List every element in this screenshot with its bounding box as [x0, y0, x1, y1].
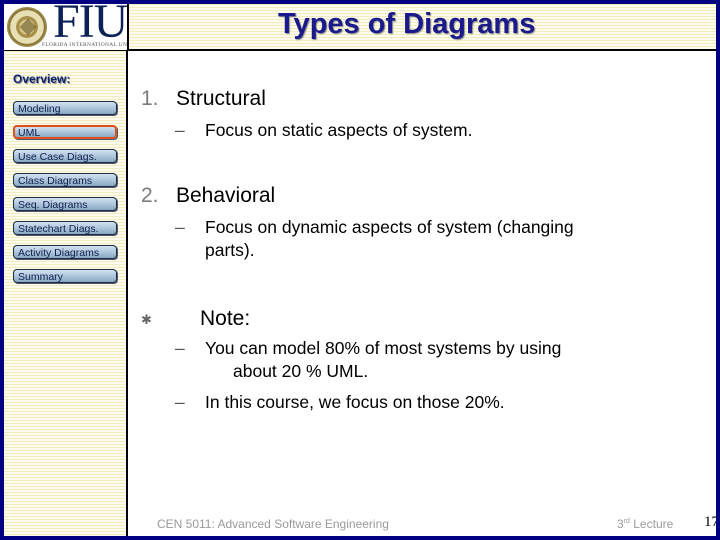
nav-button-seq-diagrams[interactable]: Seq. Diagrams — [13, 197, 117, 211]
nav-button-use-case-diags[interactable]: Use Case Diags. — [13, 149, 117, 163]
title-bar: Types of Diagrams — [129, 4, 716, 51]
note-bullet-1: – You can model 80% of most systems by u… — [175, 338, 562, 359]
section-number: 2. — [141, 184, 159, 207]
logo-subtitle: FLORIDA INTERNATIONAL UNIVERSITY — [42, 42, 128, 48]
bullet-text: You can model 80% of most systems by usi… — [205, 338, 562, 358]
bullet-behavioral-1-cont: parts). — [205, 240, 255, 260]
bullet-text: Focus on dynamic aspects of system (chan… — [205, 217, 574, 237]
slide-title: Types of Diagrams — [278, 8, 536, 40]
lecture-number: 3 — [617, 517, 624, 531]
nav-button-modeling[interactable]: Modeling — [13, 101, 117, 115]
footer-lecture: 3rd Lecture — [617, 517, 673, 531]
lecture-word: Lecture — [629, 517, 674, 531]
nav-button-summary[interactable]: Summary — [13, 269, 117, 283]
nav-button-statechart-diags[interactable]: Statechart Diags. — [13, 221, 117, 235]
dash-bullet: – — [175, 338, 185, 358]
university-seal-icon — [7, 7, 47, 47]
nav-button-class-diagrams[interactable]: Class Diagrams — [13, 173, 117, 187]
dash-bullet: – — [175, 120, 185, 140]
section-heading: Structural — [176, 87, 266, 110]
nav-button-activity-diagrams[interactable]: Activity Diagrams — [13, 245, 117, 259]
footer-course: CEN 5011: Advanced Software Engineering — [157, 517, 389, 531]
sidebar-heading: Overview: — [13, 72, 71, 86]
note-bullet-2: – In this course, we focus on those 20%. — [175, 392, 505, 413]
dash-bullet: – — [175, 217, 185, 237]
bullet-text: In this course, we focus on those 20%. — [205, 392, 505, 412]
bullet-text: Focus on static aspects of system. — [205, 120, 473, 140]
sidebar: Overview: Modeling UML Use Case Diags. C… — [4, 51, 128, 536]
nav-button-uml[interactable]: UML — [13, 125, 117, 139]
note-bullet-1-cont: about 20 % UML. — [233, 361, 369, 381]
fiu-logo: FIU FLORIDA INTERNATIONAL UNIVERSITY — [4, 4, 129, 51]
dash-bullet: – — [175, 392, 185, 412]
slide: FIU FLORIDA INTERNATIONAL UNIVERSITY Typ… — [4, 4, 716, 536]
page-number: 17 — [704, 514, 716, 530]
section-number: 1. — [141, 87, 159, 110]
section-heading: Behavioral — [176, 184, 276, 207]
slide-content: 1. Structural – Focus on static aspects … — [129, 51, 716, 536]
note-heading: Note: — [200, 307, 251, 330]
asterisk-icon: ✱ — [141, 312, 152, 327]
logo-letters: FIU — [53, 4, 128, 48]
